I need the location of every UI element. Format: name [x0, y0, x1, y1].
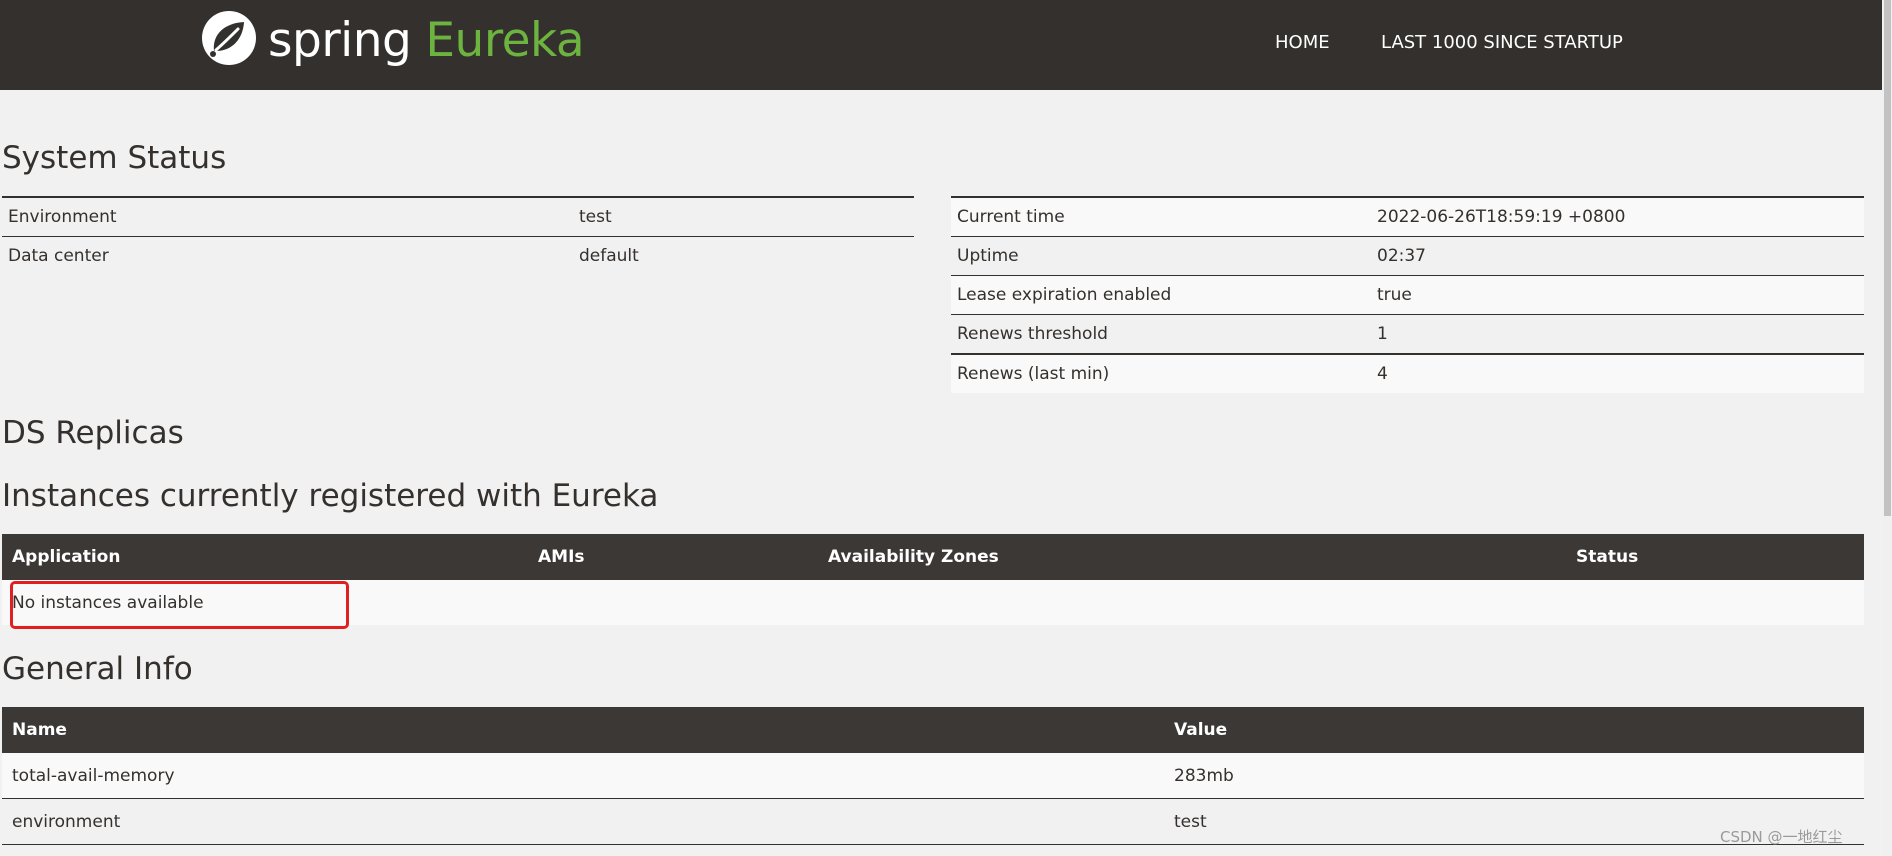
current-time-label: Current time [951, 196, 1371, 237]
table-header-row: Name Value [2, 707, 1864, 753]
renews-last-min-label: Renews (last min) [951, 353, 1371, 393]
ds-replicas-heading: DS Replicas [2, 415, 184, 451]
lease-expiration-value: true [1371, 275, 1864, 315]
brand-logo[interactable]: spring Eureka [200, 9, 585, 71]
highlight-annotation-box [10, 581, 349, 629]
system-status-heading: System Status [2, 140, 227, 176]
table-row: environment test [2, 798, 1864, 845]
general-info-table: Name Value total-avail-memory 283mb envi… [2, 707, 1864, 845]
data-center-value: default [573, 236, 914, 275]
info-name-cell: environment [2, 798, 1164, 845]
current-time-value: 2022-06-26T18:59:19 +0800 [1371, 196, 1864, 237]
instances-heading: Instances currently registered with Eure… [2, 478, 659, 514]
table-row: Data center default [2, 236, 914, 275]
table-row: total-avail-memory 283mb [2, 753, 1864, 799]
uptime-label: Uptime [951, 236, 1371, 276]
brand-eureka-text: Eureka [425, 12, 585, 68]
table-row: Environment test [2, 196, 914, 237]
csdn-watermark: CSDN @一地红尘 [1720, 828, 1843, 846]
col-value: Value [1164, 707, 1864, 753]
table-row: Renews threshold 1 [951, 314, 1864, 354]
system-status-left-table: Environment test Data center default [2, 196, 914, 275]
env-value: test [573, 196, 914, 237]
info-name-cell: total-avail-memory [2, 753, 1164, 799]
col-name: Name [2, 707, 1164, 753]
general-info-heading: General Info [2, 651, 193, 687]
spring-leaf-icon [200, 9, 258, 71]
renews-last-min-value: 4 [1371, 353, 1864, 393]
table-row: Lease expiration enabled true [951, 275, 1864, 315]
system-status-right-table: Current time 2022-06-26T18:59:19 +0800 U… [951, 196, 1864, 393]
scrollbar-thumb[interactable] [1884, 0, 1891, 516]
nav-last-1000-link[interactable]: LAST 1000 SINCE STARTUP [1381, 32, 1623, 53]
info-value-cell: 283mb [1164, 753, 1864, 799]
lease-expiration-label: Lease expiration enabled [951, 275, 1371, 315]
table-row: Renews (last min) 4 [951, 353, 1864, 393]
brand-spring-text: spring [268, 12, 412, 68]
col-availability-zones: Availability Zones [818, 534, 1566, 580]
env-label: Environment [2, 196, 573, 237]
nav-home-link[interactable]: HOME [1275, 32, 1330, 53]
top-navbar: spring Eureka HOME LAST 1000 SINCE START… [0, 0, 1882, 90]
renews-threshold-label: Renews threshold [951, 314, 1371, 354]
col-amis: AMIs [528, 534, 818, 580]
table-header-row: Application AMIs Availability Zones Stat… [2, 534, 1864, 580]
uptime-value: 02:37 [1371, 236, 1864, 276]
col-status: Status [1566, 534, 1864, 580]
col-application: Application [2, 534, 528, 580]
table-row: Current time 2022-06-26T18:59:19 +0800 [951, 196, 1864, 237]
table-row: Uptime 02:37 [951, 236, 1864, 276]
renews-threshold-value: 1 [1371, 314, 1864, 354]
data-center-label: Data center [2, 236, 573, 275]
